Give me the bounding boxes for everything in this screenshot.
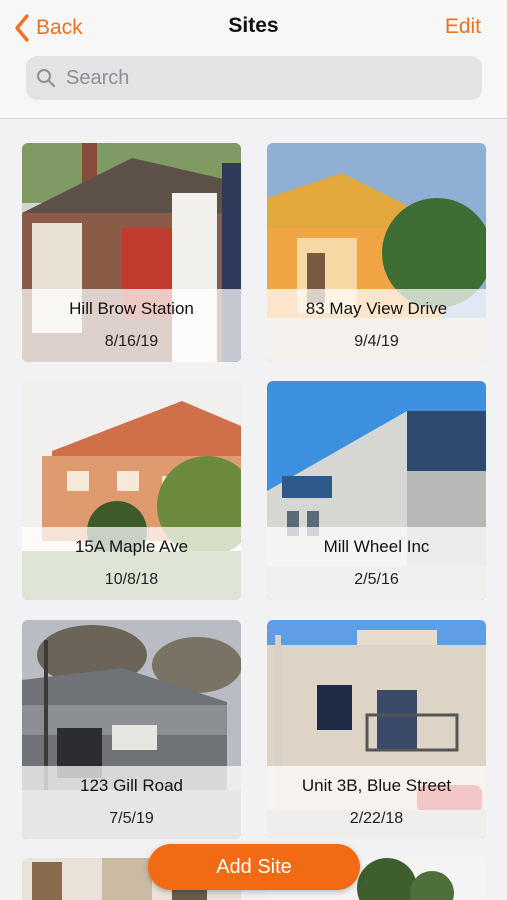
- search-input[interactable]: [64, 65, 468, 91]
- site-date: 7/5/19: [109, 810, 154, 827]
- site-name: 83 May View Drive: [305, 299, 448, 318]
- site-card[interactable]: 123 Gill Road 7/5/19: [22, 620, 241, 839]
- search-icon: [37, 69, 56, 88]
- site-caption: Hill Brow Station 8/16/19: [22, 289, 241, 362]
- search-bar[interactable]: [26, 56, 482, 100]
- site-name: Unit 3B, Blue Street: [301, 776, 452, 795]
- site-date: 9/4/19: [354, 333, 399, 350]
- site-card[interactable]: 15A Maple Ave 10/8/18: [22, 381, 241, 600]
- page-title: Sites: [228, 14, 279, 37]
- site-card[interactable]: Unit 3B, Blue Street 2/22/18: [267, 620, 486, 839]
- site-card[interactable]: Mill Wheel Inc 2/5/16: [267, 381, 486, 600]
- site-card[interactable]: 83 May View Drive 9/4/19: [267, 143, 486, 362]
- site-name: Mill Wheel Inc: [323, 537, 430, 556]
- site-date: 10/8/18: [104, 571, 159, 588]
- site-date: 2/22/18: [349, 810, 404, 827]
- site-caption: Mill Wheel Inc 2/5/16: [267, 527, 486, 600]
- site-caption: 123 Gill Road 7/5/19: [22, 766, 241, 839]
- add-site-button[interactable]: Add Site: [148, 844, 360, 890]
- site-name: 123 Gill Road: [79, 776, 183, 795]
- site-name: Hill Brow Station: [69, 299, 194, 318]
- edit-button[interactable]: Edit: [445, 15, 481, 39]
- site-caption: Unit 3B, Blue Street 2/22/18: [267, 766, 486, 839]
- site-caption: 83 May View Drive 9/4/19: [267, 289, 486, 362]
- site-name: 15A Maple Ave: [74, 537, 189, 556]
- site-caption: 15A Maple Ave 10/8/18: [22, 527, 241, 600]
- site-date: 8/16/19: [104, 333, 159, 350]
- navigation-bar: Back Sites Edit: [0, 0, 507, 119]
- site-card[interactable]: Hill Brow Station 8/16/19: [22, 143, 241, 362]
- site-date: 2/5/16: [354, 571, 399, 588]
